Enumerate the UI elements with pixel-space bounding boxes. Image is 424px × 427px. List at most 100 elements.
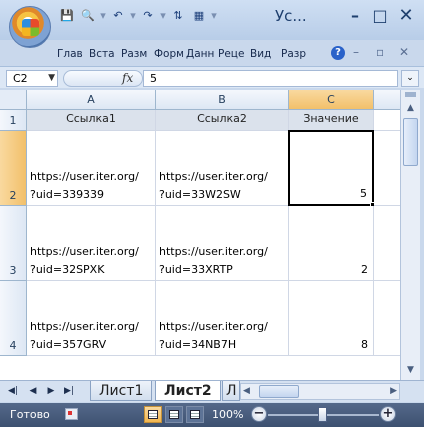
sheet-tab-3[interactable]: Л xyxy=(222,381,240,401)
name-box[interactable]: C2 ▼ xyxy=(6,70,58,87)
scroll-down-icon[interactable]: ▼ xyxy=(402,362,419,378)
status-text: Готово xyxy=(10,408,50,421)
sheet-tab-2[interactable]: Лист2 xyxy=(155,381,221,401)
row-header-1[interactable]: 1 xyxy=(0,110,27,131)
redo-icon[interactable]: ↷ xyxy=(139,8,157,24)
prev-sheet-icon[interactable]: ◀ xyxy=(26,384,40,399)
cell-b2[interactable]: https://user.iter.org/ ?uid=33W2SW xyxy=(156,131,289,206)
tab-page-layout[interactable]: Разм xyxy=(118,43,151,65)
column-header-d[interactable] xyxy=(374,90,400,110)
insert-function-icon[interactable]: fx xyxy=(122,71,133,85)
cell-b3[interactable]: https://user.iter.org/ ?uid=33XRTP xyxy=(156,206,289,281)
cell-c1[interactable]: Значение xyxy=(289,110,374,131)
scroll-left-icon[interactable]: ◀ xyxy=(243,384,250,399)
tab-insert[interactable]: Вста xyxy=(86,43,118,65)
ribbon-restore-icon[interactable]: ▫ xyxy=(376,45,384,59)
cell-text-line2: ?uid=339339 xyxy=(30,188,105,201)
qat-separator: ▾ xyxy=(100,9,106,22)
next-sheet-icon[interactable]: ▶ xyxy=(44,384,58,399)
cell-a4[interactable]: https://user.iter.org/ ?uid=357GRV xyxy=(27,281,156,356)
last-sheet-icon[interactable]: ▶| xyxy=(62,384,76,399)
macro-record-icon[interactable] xyxy=(65,408,78,420)
zoom-slider-thumb[interactable] xyxy=(318,407,327,422)
first-sheet-icon[interactable]: ◀​| xyxy=(6,384,20,399)
scroll-up-icon[interactable]: ▲ xyxy=(402,100,419,116)
cell-text: https://user.iter.org/ ?uid=339339 xyxy=(30,168,139,204)
tab-view[interactable]: Вид xyxy=(247,43,278,65)
cell-text-line2: ?uid=32SPXK xyxy=(30,263,105,276)
tab-developer[interactable]: Разр xyxy=(278,43,310,65)
cell-text-line1: https://user.iter.org/ xyxy=(159,320,268,333)
cell-d1[interactable] xyxy=(374,110,400,131)
ribbon-minimize-icon[interactable]: – xyxy=(353,45,359,59)
tab-home[interactable]: Глав xyxy=(54,43,86,65)
office-button[interactable] xyxy=(9,6,51,48)
tab-data[interactable]: Данн xyxy=(183,43,215,65)
cell-c2[interactable]: 5 xyxy=(288,130,374,206)
row-number: 4 xyxy=(9,339,17,352)
horizontal-scrollbar[interactable]: ◀ ▶ xyxy=(240,383,400,400)
ribbon-tabs: Глав Вста Разм Форм Данн Реце Вид Разр xyxy=(54,43,310,65)
row-header-3[interactable]: 3 xyxy=(0,206,27,281)
undo-dropdown-icon[interactable]: ▾ xyxy=(130,8,136,24)
print-preview-icon[interactable]: 🔍 xyxy=(79,8,97,24)
page-break-view-button[interactable] xyxy=(186,406,204,423)
expand-formula-bar-icon[interactable]: ⌄ xyxy=(401,70,419,87)
customize-qat-icon[interactable]: ▾ xyxy=(211,8,217,24)
cell-a1[interactable]: Ссылка1 xyxy=(27,110,156,131)
normal-view-icon xyxy=(148,410,158,419)
scroll-right-icon[interactable]: ▶ xyxy=(390,384,397,399)
cell-text: https://user.iter.org/ ?uid=33W2SW xyxy=(159,168,268,204)
cell-text-line1: https://user.iter.org/ xyxy=(30,320,139,333)
cell-text: https://user.iter.org/ ?uid=357GRV xyxy=(30,318,139,354)
column-header-a[interactable]: A xyxy=(27,90,156,110)
cell-d4[interactable] xyxy=(374,281,400,356)
cell-text: https://user.iter.org/ ?uid=33XRTP xyxy=(159,243,268,279)
ribbon-close-icon[interactable]: ✕ xyxy=(399,45,409,59)
horizontal-scroll-thumb[interactable] xyxy=(259,385,299,398)
select-all-corner[interactable] xyxy=(0,90,27,110)
chart-icon[interactable]: ▦ xyxy=(190,8,208,24)
cell-a3[interactable]: https://user.iter.org/ ?uid=32SPXK xyxy=(27,206,156,281)
tab-review[interactable]: Реце xyxy=(215,43,247,65)
normal-view-button[interactable] xyxy=(144,406,162,423)
zoom-out-button[interactable]: − xyxy=(251,406,267,422)
sheet-tab-1[interactable]: Лист1 xyxy=(90,381,153,401)
column-header-c[interactable]: C xyxy=(289,90,374,110)
undo-icon[interactable]: ↶ xyxy=(109,8,127,24)
cell-c3[interactable]: 2 xyxy=(289,206,374,281)
row-header-2[interactable]: 2 xyxy=(0,131,27,206)
cell-text-line2: ?uid=357GRV xyxy=(30,338,107,351)
column-header-b[interactable]: B xyxy=(156,90,289,110)
page-layout-view-button[interactable] xyxy=(165,406,183,423)
quick-access-toolbar: 💾 🔍 ▾ ↶ ▾ ↷ ▾ ⇅ ▦ ▾ xyxy=(58,6,217,26)
formula-input[interactable]: 5 xyxy=(143,70,398,87)
row-number: 3 xyxy=(9,264,17,277)
close-button[interactable]: ✕ xyxy=(394,6,418,28)
cell-c4[interactable]: 8 xyxy=(289,281,374,356)
help-icon[interactable]: ? xyxy=(331,46,345,60)
vertical-scrollbar[interactable]: ▲ ▼ xyxy=(400,90,420,380)
row-header-4[interactable]: 4 xyxy=(0,281,27,356)
maximize-button[interactable]: □ xyxy=(368,6,392,28)
zoom-level[interactable]: 100% xyxy=(212,408,243,421)
cell-d2[interactable] xyxy=(374,131,400,206)
cell-value: 8 xyxy=(361,338,368,351)
cell-b4[interactable]: https://user.iter.org/ ?uid=34NB7H xyxy=(156,281,289,356)
chevron-down-icon[interactable]: ▼ xyxy=(48,71,55,86)
cell-text: https://user.iter.org/ ?uid=32SPXK xyxy=(30,243,139,279)
minimize-button[interactable]: – xyxy=(343,6,367,28)
row-number: 2 xyxy=(9,189,17,202)
redo-dropdown-icon[interactable]: ▾ xyxy=(160,8,166,24)
split-handle[interactable] xyxy=(405,92,416,97)
cell-text-line1: https://user.iter.org/ xyxy=(159,245,268,258)
save-icon[interactable]: 💾 xyxy=(58,8,76,24)
sort-icon[interactable]: ⇅ xyxy=(169,8,187,24)
cell-b1[interactable]: Ссылка2 xyxy=(156,110,289,131)
cell-d3[interactable] xyxy=(374,206,400,281)
zoom-in-button[interactable]: + xyxy=(380,406,396,422)
page-break-icon xyxy=(190,410,200,419)
cell-a2[interactable]: https://user.iter.org/ ?uid=339339 xyxy=(27,131,156,206)
tab-formulas[interactable]: Форм xyxy=(151,43,183,65)
vertical-scroll-thumb[interactable] xyxy=(403,118,418,166)
